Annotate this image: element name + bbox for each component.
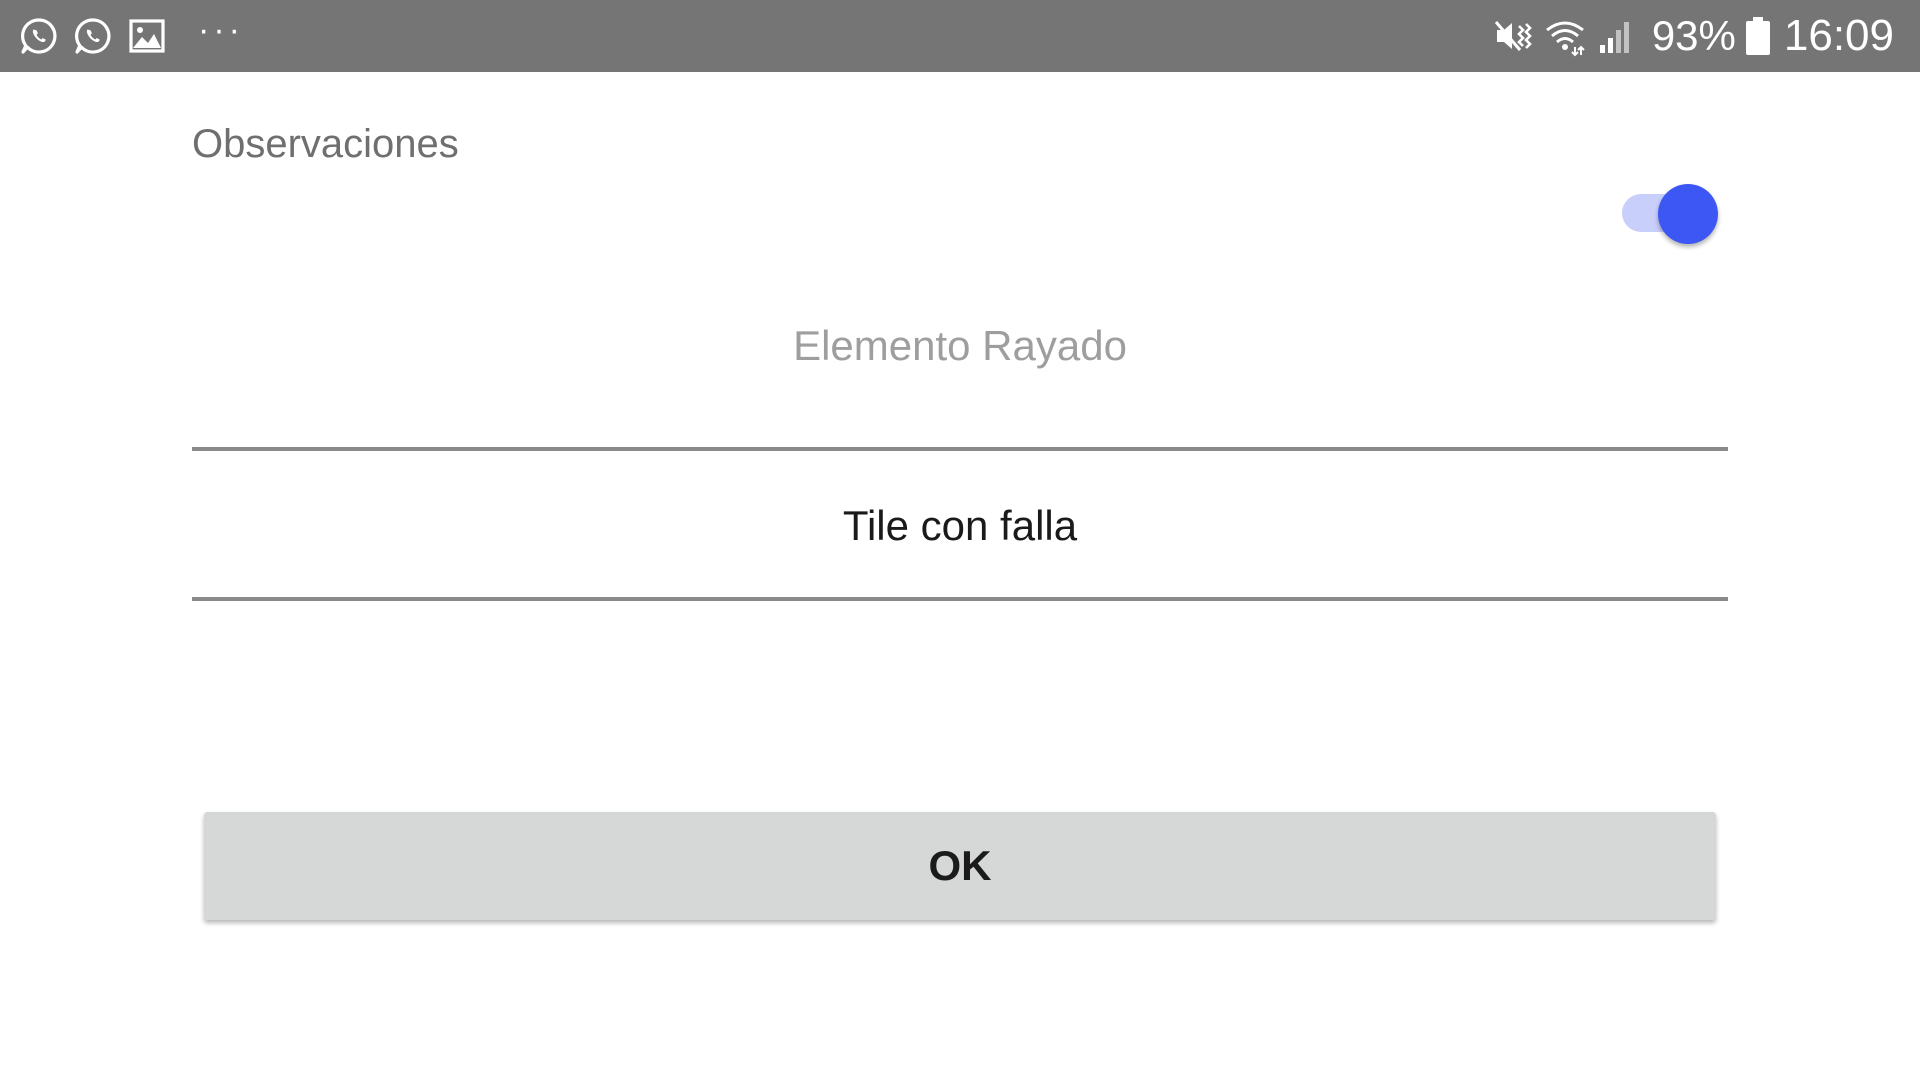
wifi-icon bbox=[1544, 15, 1586, 57]
clock: 16:09 bbox=[1783, 11, 1894, 60]
whatsapp-icon bbox=[72, 15, 114, 57]
system-status: 93% 16:09 bbox=[1492, 10, 1894, 62]
toggle-thumb bbox=[1658, 184, 1718, 244]
ok-button[interactable]: OK bbox=[204, 812, 1716, 920]
notification-icons: ··· bbox=[18, 11, 244, 58]
section-title: Observaciones bbox=[192, 122, 459, 166]
status-bar: ··· 93% 16:09 bbox=[0, 0, 1920, 72]
observaciones-toggle[interactable] bbox=[1620, 182, 1720, 244]
more-notifications-icon: ··· bbox=[198, 11, 244, 49]
field-underline bbox=[192, 597, 1728, 601]
observation-text-field[interactable]: Tile con falla bbox=[192, 502, 1728, 550]
battery-icon bbox=[1745, 17, 1770, 55]
image-icon bbox=[126, 15, 168, 57]
mute-vibrate-icon bbox=[1492, 15, 1534, 57]
signal-icon bbox=[1596, 15, 1638, 57]
whatsapp-icon bbox=[18, 15, 60, 57]
field-divider bbox=[192, 447, 1728, 451]
battery-percentage: 93% bbox=[1651, 12, 1736, 59]
field-hint: Elemento Rayado bbox=[793, 322, 1127, 369]
